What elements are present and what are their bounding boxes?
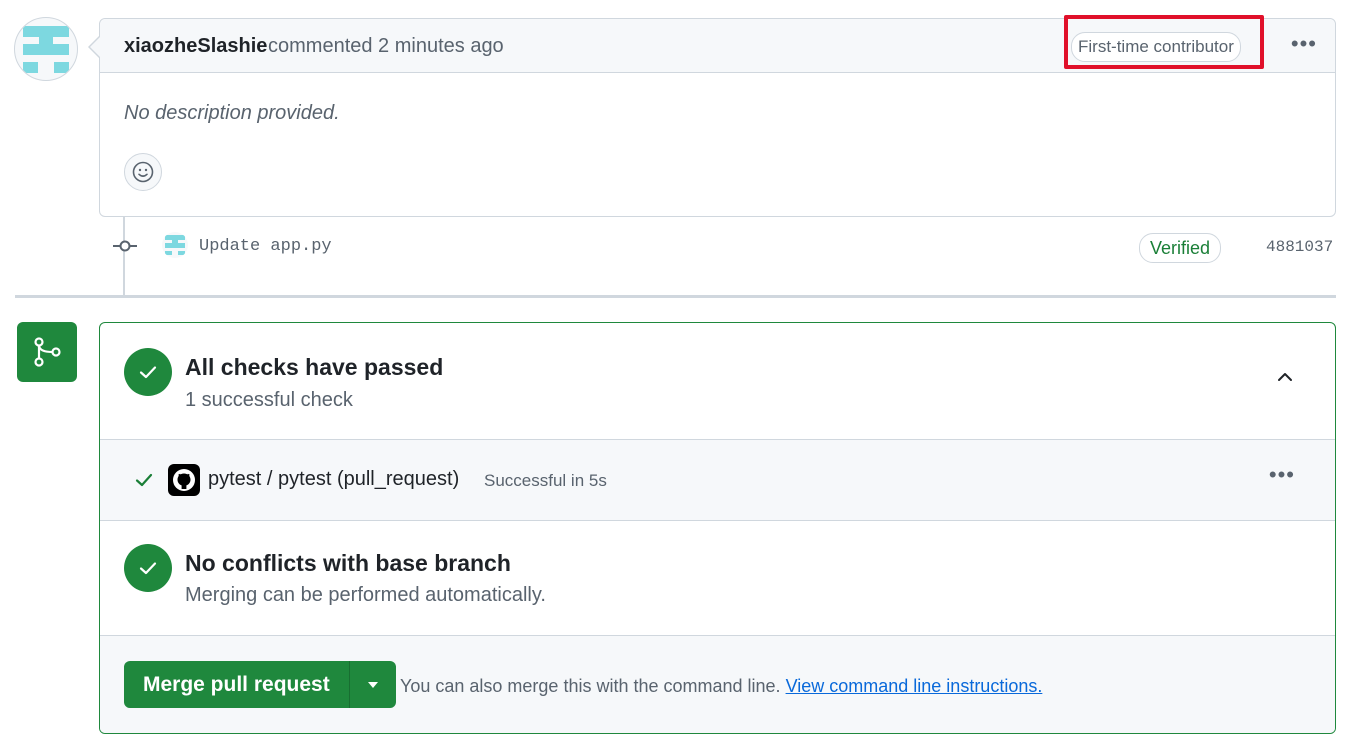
annotation-highlight-box	[1064, 15, 1264, 69]
merge-box: All checks have passed 1 successful chec…	[99, 322, 1336, 734]
merge-pull-request-button[interactable]: Merge pull request	[124, 661, 349, 708]
github-logo-icon	[173, 469, 195, 491]
comment-author-link[interactable]: xiaozheSlashie	[124, 35, 267, 58]
view-command-line-instructions-link[interactable]: View command line instructions.	[786, 676, 1043, 696]
conflicts-section: No conflicts with base branch Merging ca…	[100, 520, 1335, 635]
command-line-note-text: You can also merge this with the command…	[400, 676, 781, 696]
checks-subtitle: 1 successful check	[185, 389, 353, 411]
merge-method-dropdown-button[interactable]	[348, 661, 396, 708]
chevron-up-icon	[1278, 373, 1292, 381]
git-commit-icon	[113, 240, 137, 252]
check-status-text: Successful in 5s	[484, 471, 607, 490]
check-name: pytest / pytest (pull_request)	[208, 468, 460, 490]
author-avatar[interactable]	[14, 17, 78, 81]
smiley-icon	[132, 161, 154, 183]
commit-sha-link[interactable]: 4881037	[1266, 238, 1333, 256]
verified-badge[interactable]: Verified	[1139, 233, 1222, 263]
commit-message-link[interactable]: Update app.py	[199, 237, 332, 256]
no-conflicts-status-icon	[124, 544, 172, 592]
conflicts-subtitle: Merging can be performed automatically.	[185, 584, 546, 606]
collapse-checks-button[interactable]	[1275, 367, 1295, 392]
git-merge-icon	[34, 337, 61, 367]
checks-passed-status-icon	[124, 348, 172, 396]
checks-summary-section: All checks have passed 1 successful chec…	[100, 323, 1335, 439]
timeline-line	[123, 216, 125, 296]
conflicts-title: No conflicts with base branch	[185, 550, 511, 576]
timeline-divider	[15, 295, 1336, 298]
commit-author-avatar[interactable]	[162, 232, 188, 258]
merge-footer: Merge pull request You can also merge th…	[100, 635, 1335, 733]
check-icon	[139, 366, 157, 379]
add-reaction-button[interactable]	[124, 153, 162, 191]
checks-title: All checks have passed	[185, 354, 444, 380]
command-line-note: You can also merge this with the command…	[400, 676, 1042, 697]
check-more-options-button[interactable]: •••	[1269, 462, 1295, 488]
github-actions-logo	[168, 464, 200, 496]
comment-timestamp: commented 2 minutes ago	[268, 35, 504, 57]
merge-status-icon	[17, 322, 77, 382]
comment-more-options-button[interactable]: •••	[1291, 31, 1317, 57]
comment-description: No description provided.	[124, 102, 340, 124]
check-icon	[135, 473, 153, 487]
comment-pointer-inner	[90, 37, 100, 57]
merge-button-group: Merge pull request	[124, 661, 396, 708]
triangle-down-icon	[367, 681, 378, 688]
check-run-row[interactable]: pytest / pytest (pull_request) Successfu…	[100, 439, 1335, 521]
check-icon	[139, 562, 157, 575]
